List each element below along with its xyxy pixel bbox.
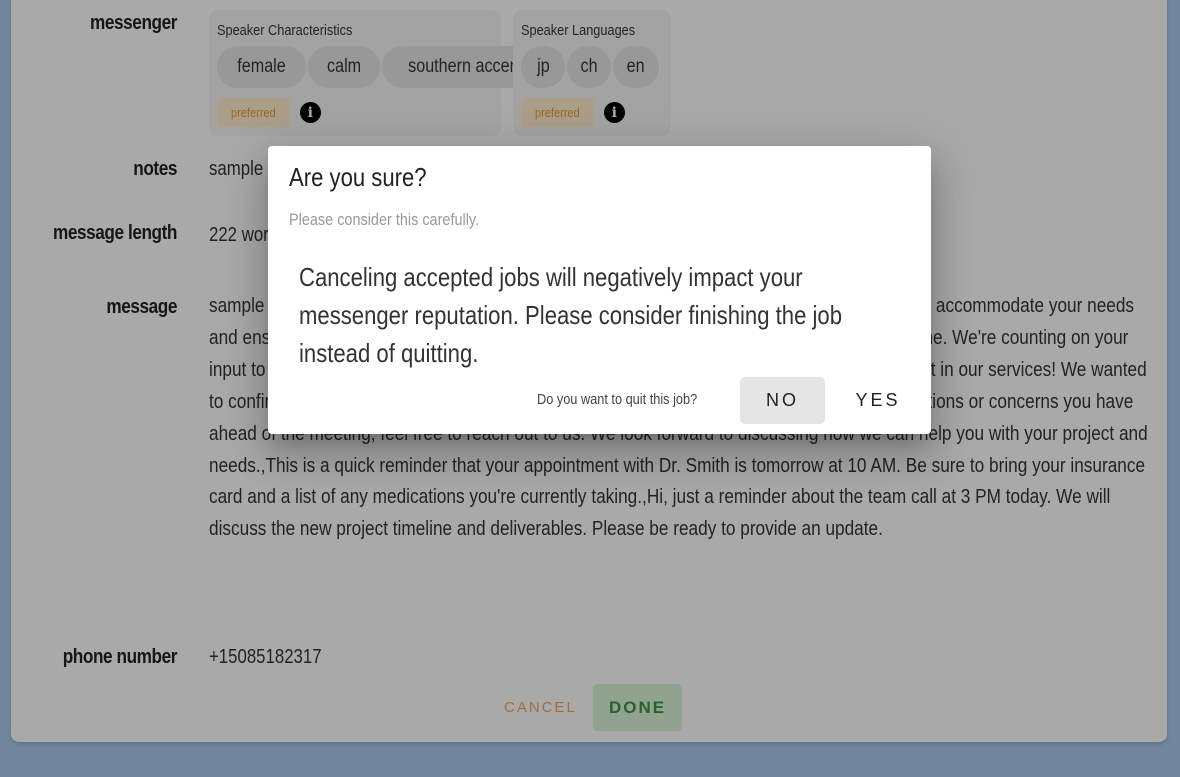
yes-button[interactable]: YES xyxy=(840,377,916,424)
dialog-body: Canceling accepted jobs will negatively … xyxy=(299,262,843,368)
dialog-title: Are you sure? xyxy=(289,162,427,192)
confirm-quit-dialog: Are you sure? Please consider this caref… xyxy=(268,146,931,434)
dialog-question: Do you want to quit this job? xyxy=(537,391,698,408)
dialog-subtitle: Please consider this carefully. xyxy=(289,210,480,229)
no-button[interactable]: NO xyxy=(740,377,825,424)
